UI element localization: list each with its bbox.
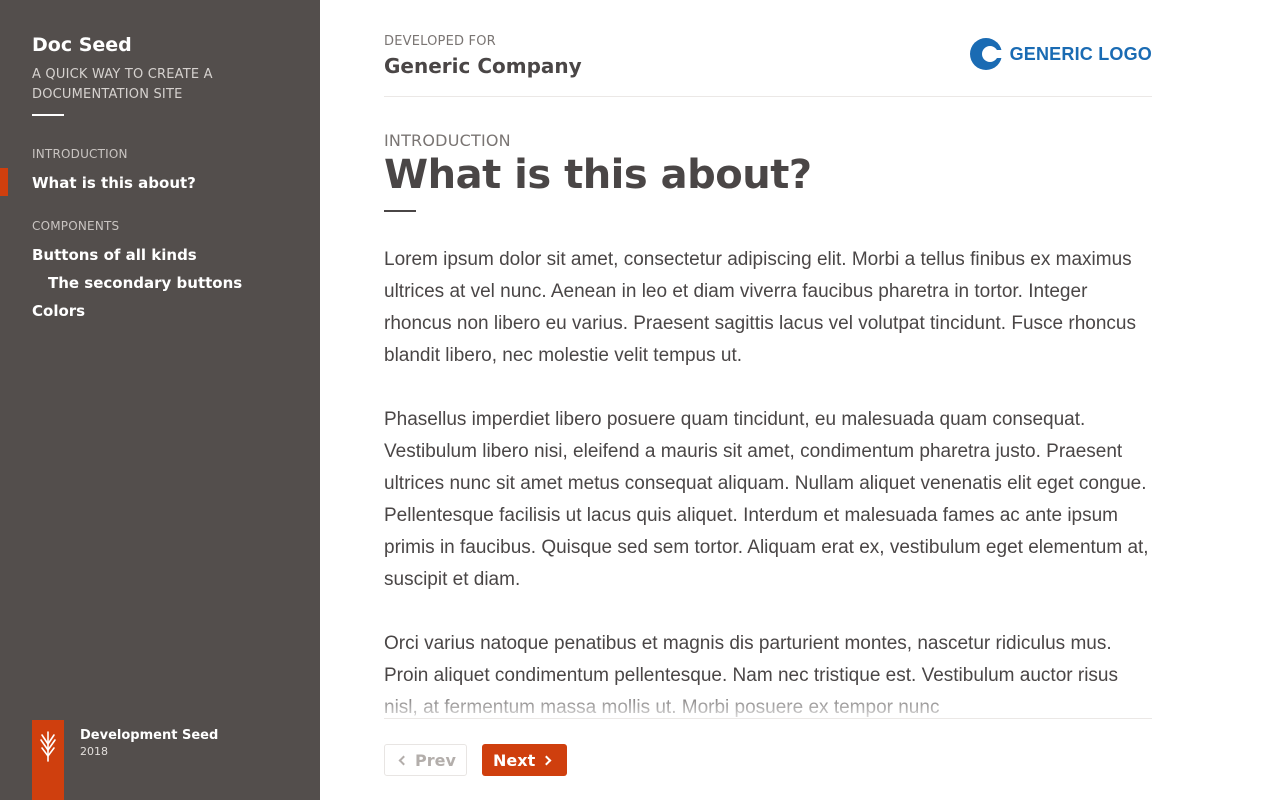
brand-tagline: A QUICK WAY TO CREATE A DOCUMENTATION SI… xyxy=(32,67,213,102)
footer-year: 2018 xyxy=(80,745,108,758)
generic-logo-icon xyxy=(969,38,1002,70)
development-seed-logo[interactable] xyxy=(32,720,64,800)
chevron-left-icon xyxy=(398,755,409,765)
logo-text: GENERIC LOGO xyxy=(1009,43,1152,64)
nav-item-buttons-of-all-kinds[interactable]: Buttons of all kinds xyxy=(32,246,197,264)
prev-button-label: Prev xyxy=(415,750,456,770)
company-name: Generic Company xyxy=(384,54,582,78)
paragraph: Phasellus imperdiet libero posuere quam … xyxy=(384,409,1149,590)
page-title: What is this about? xyxy=(384,152,812,198)
content-fade xyxy=(384,684,1152,720)
content-divider xyxy=(384,718,1152,719)
nav-item-secondary-buttons[interactable]: The secondary buttons xyxy=(48,274,242,292)
footer-company-name[interactable]: Development Seed xyxy=(80,728,218,743)
section-kicker: INTRODUCTION xyxy=(384,131,511,150)
main-content: DEVELOPED FOR Generic Company GENERIC LO… xyxy=(384,0,1152,800)
sidebar: Doc Seed A QUICK WAY TO CREATE A DOCUMEN… xyxy=(0,0,320,800)
brand-divider xyxy=(32,114,64,116)
paragraph: Lorem ipsum dolor sit amet, consectetur … xyxy=(384,249,1136,366)
nav-item-what-is-this-about[interactable]: What is this about? xyxy=(32,174,196,192)
generic-logo[interactable]: GENERIC LOGO xyxy=(969,38,1152,70)
content-body[interactable]: Lorem ipsum dolor sit amet, consectetur … xyxy=(384,244,1152,718)
next-button[interactable]: Next xyxy=(482,744,567,776)
header-divider xyxy=(384,96,1152,97)
wheat-icon xyxy=(40,731,56,762)
next-button-label: Next xyxy=(493,750,536,770)
title-divider xyxy=(384,210,416,212)
developed-for-label: DEVELOPED FOR xyxy=(384,34,496,49)
chevron-right-icon xyxy=(541,755,552,765)
nav-section-introduction: INTRODUCTION xyxy=(32,147,128,161)
brand-title[interactable]: Doc Seed xyxy=(32,34,132,56)
nav-active-indicator xyxy=(0,168,8,196)
prev-button[interactable]: Prev xyxy=(384,744,467,776)
nav-section-components: COMPONENTS xyxy=(32,219,120,233)
nav-item-colors[interactable]: Colors xyxy=(32,302,85,320)
